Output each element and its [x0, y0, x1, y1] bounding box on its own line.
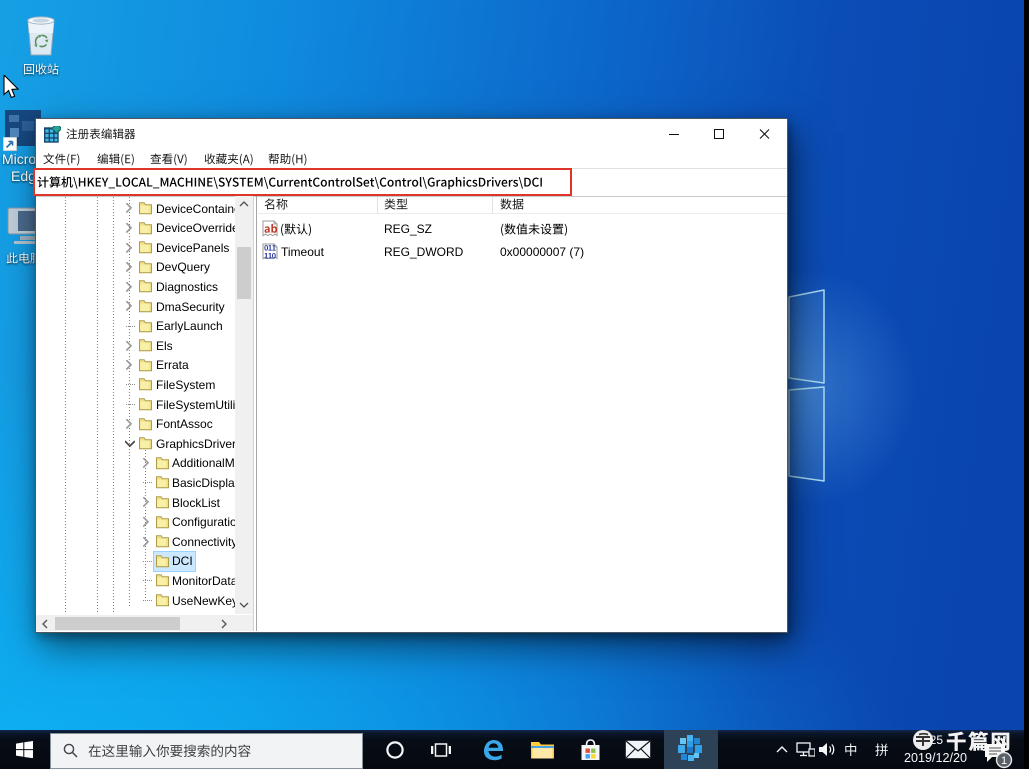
svg-text:1: 1	[1001, 755, 1007, 767]
